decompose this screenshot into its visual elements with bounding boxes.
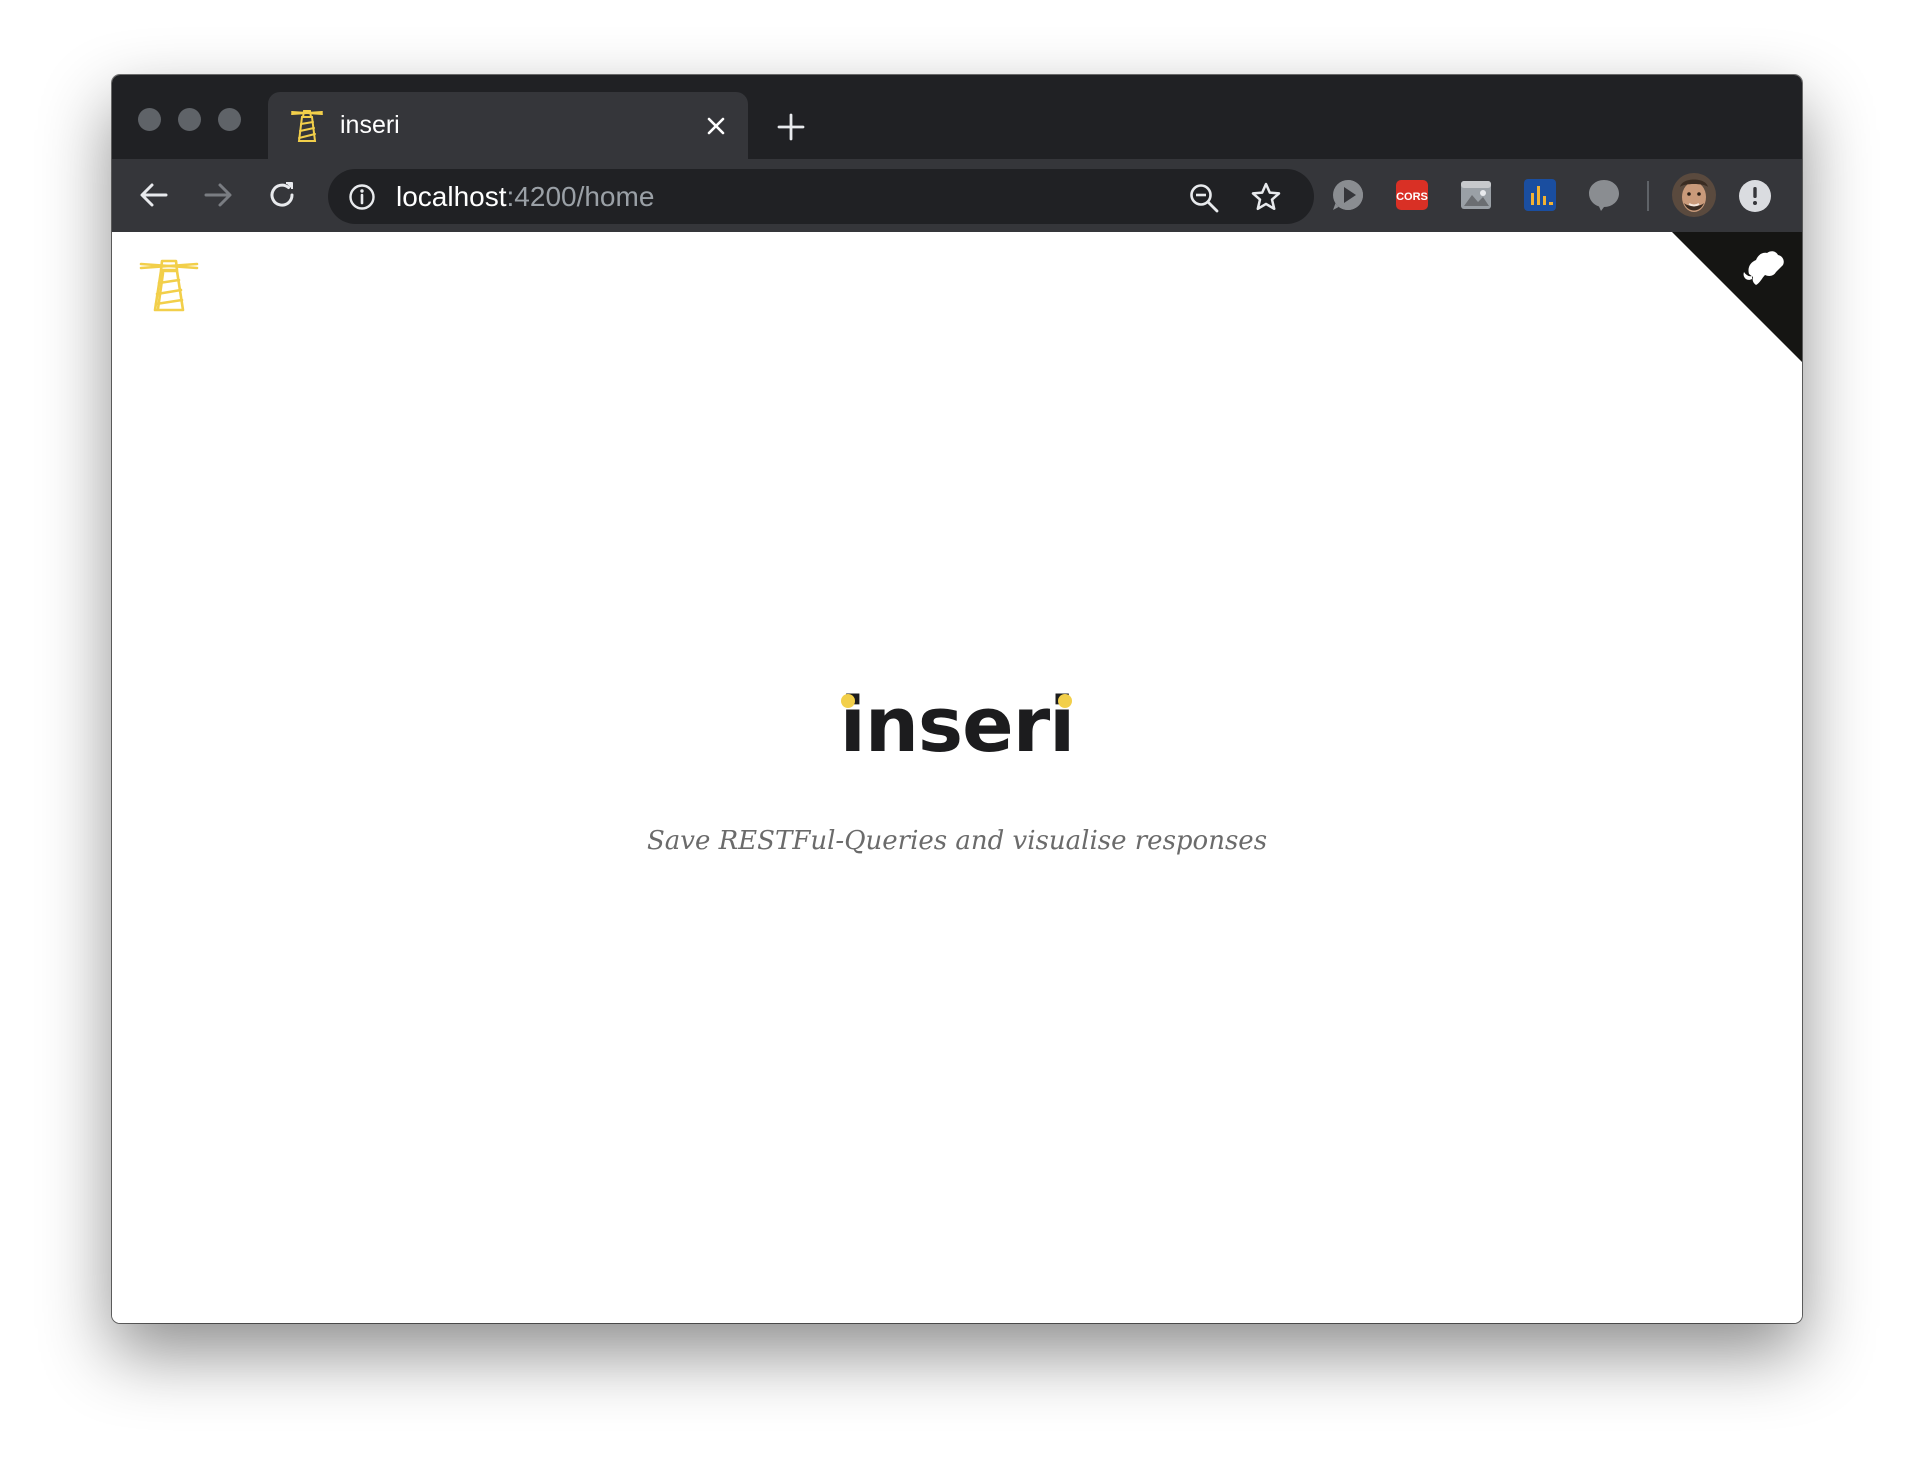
github-octocat-icon bbox=[1672, 232, 1802, 362]
bookmark-star-icon[interactable] bbox=[1250, 181, 1282, 213]
hero-subtitle: Save RESTFul-Queries and visualise respo… bbox=[646, 826, 1268, 856]
address-bar[interactable]: localhost:4200/home bbox=[328, 169, 1314, 224]
title-dot-left bbox=[840, 694, 855, 708]
url-host: localhost bbox=[396, 181, 507, 212]
browser-tab[interactable]: inseri bbox=[268, 92, 748, 159]
hero-title: inseri bbox=[112, 680, 1802, 770]
window-minimize-button[interactable] bbox=[178, 108, 201, 131]
cors-label: CORS bbox=[1396, 191, 1428, 203]
window-maximize-button[interactable] bbox=[218, 108, 241, 131]
forward-arrow-icon[interactable] bbox=[200, 177, 236, 213]
hero-title-wrap: inseri bbox=[839, 680, 1075, 770]
browser-toolbar: localhost:4200/home CORS bbox=[112, 159, 1802, 232]
toolbar-divider bbox=[1647, 181, 1649, 211]
lighthouse-favicon-icon bbox=[290, 107, 324, 143]
profile-avatar[interactable] bbox=[1672, 173, 1716, 217]
image-extension-icon[interactable] bbox=[1458, 177, 1494, 213]
site-info-icon[interactable] bbox=[348, 183, 376, 211]
url-path: :4200/home bbox=[506, 181, 655, 212]
chrome-menu-alert-icon[interactable] bbox=[1738, 179, 1772, 213]
new-tab-plus-icon[interactable] bbox=[776, 112, 806, 142]
back-arrow-icon[interactable] bbox=[136, 177, 172, 213]
zoom-out-icon[interactable] bbox=[1188, 182, 1220, 214]
tab-strip: inseri bbox=[112, 75, 1802, 159]
lighthouse-logo-icon[interactable] bbox=[138, 256, 200, 314]
github-corner-link[interactable] bbox=[1672, 232, 1802, 362]
reload-icon[interactable] bbox=[264, 177, 300, 213]
browser-window: inseri localhost:4200/home CORS inseri S… bbox=[112, 75, 1802, 1323]
speech-bubble-extension-icon[interactable] bbox=[1586, 177, 1622, 213]
hero-title-text: inseri bbox=[839, 680, 1075, 769]
tab-close-icon[interactable] bbox=[704, 114, 728, 138]
play-extension-icon[interactable] bbox=[1330, 177, 1366, 213]
tab-title: inseri bbox=[340, 111, 400, 139]
chart-extension-icon[interactable] bbox=[1522, 177, 1558, 213]
window-close-button[interactable] bbox=[138, 108, 161, 131]
address-url: localhost:4200/home bbox=[396, 181, 654, 213]
page-viewport: inseri Save RESTFul-Queries and visualis… bbox=[112, 232, 1802, 1323]
cors-extension-icon[interactable]: CORS bbox=[1394, 177, 1430, 213]
